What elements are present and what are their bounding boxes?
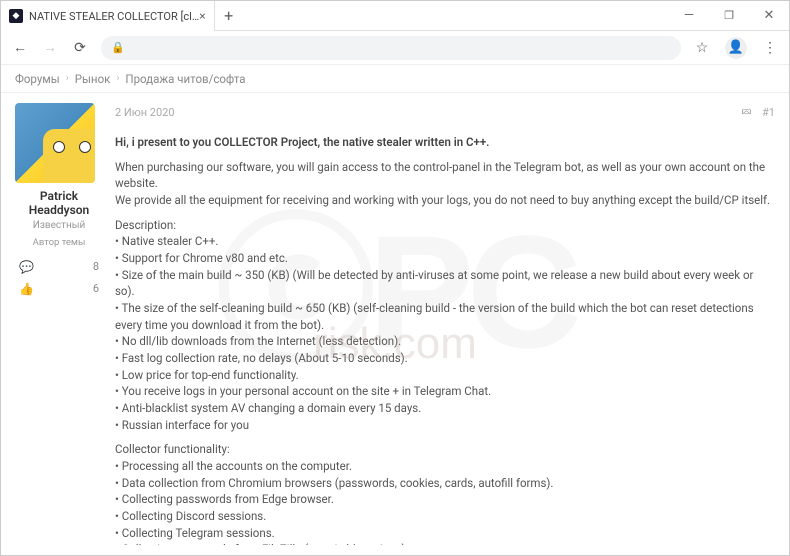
list-item: • Fast log collection rate, no delays (A…	[115, 350, 775, 367]
post-text: When purchasing our software, you will g…	[115, 159, 775, 192]
content-area: Patrick Headdyson Известный Автор темы 💬…	[1, 93, 789, 555]
author-rank: Известный	[15, 220, 103, 231]
author-likes-stat: 👍 6	[15, 278, 103, 300]
close-button[interactable]: ✕	[749, 1, 789, 30]
list-item: • The size of the self-cleaning build ~ …	[115, 300, 775, 333]
list-item: • Collecting Telegram sessions.	[115, 525, 775, 542]
author-avatar[interactable]	[15, 103, 95, 183]
post-date: 2 Июн 2020	[115, 105, 175, 122]
post-text: We provide all the equipment for receivi…	[115, 192, 775, 209]
chevron-right-icon: ›	[66, 73, 69, 84]
thumbs-up-icon: 👍	[19, 282, 34, 296]
chevron-right-icon: ›	[116, 73, 119, 84]
stat-value: 6	[93, 282, 99, 295]
list-item: • Collecting Discord sessions.	[115, 508, 775, 525]
list-item: • Low price for top-end functionality.	[115, 367, 775, 384]
minimize-button[interactable]: —	[669, 1, 709, 30]
chat-icon: 💬	[19, 260, 34, 274]
list-item: • Collecting passwords from FileZilla (n…	[115, 541, 775, 545]
breadcrumb: Форумы › Рынок › Продажа читов/софта	[1, 65, 789, 93]
list-item: • You receive logs in your personal acco…	[115, 383, 775, 400]
list-item: • Russian interface for you	[115, 417, 775, 434]
section-heading: Collector functionality:	[115, 441, 775, 458]
menu-icon[interactable]: ⋮	[761, 40, 779, 56]
titlebar: ◆ NATIVE STEALER COLLECTOR [cl… × + — ❐ …	[1, 1, 789, 31]
back-icon[interactable]: ←	[11, 39, 29, 56]
address-bar[interactable]: 🔒	[101, 36, 681, 60]
list-item: • Data collection from Chromium browsers…	[115, 475, 775, 492]
reload-icon[interactable]: ⟳	[71, 40, 89, 56]
window-controls: — ❐ ✕	[669, 1, 789, 30]
tab-favicon: ◆	[9, 9, 23, 23]
breadcrumb-forums[interactable]: Форумы	[15, 72, 60, 86]
new-tab-button[interactable]: +	[215, 1, 243, 30]
browser-tab[interactable]: ◆ NATIVE STEALER COLLECTOR [cl… ×	[1, 1, 215, 31]
author-badge: Автор темы	[15, 237, 103, 248]
list-item: • Support for Chrome v80 and etc.	[115, 250, 775, 267]
star-icon[interactable]: ☆	[693, 40, 711, 56]
stat-value: 8	[93, 260, 99, 273]
section-heading: Description:	[115, 217, 775, 234]
list-item: • Processing all the accounts on the com…	[115, 458, 775, 475]
list-item: • Collecting passwords from Edge browser…	[115, 491, 775, 508]
breadcrumb-category[interactable]: Продажа читов/софта	[125, 72, 245, 86]
browser-toolbar: ← → ⟳ 🔒 ☆ 👤 ⋮	[1, 31, 789, 65]
post-number[interactable]: #1	[762, 105, 775, 122]
list-item: • Anti-blacklist system AV changing a do…	[115, 400, 775, 417]
list-item: • Native stealer C++.	[115, 233, 775, 250]
list-item: • No dll/lib downloads from the Internet…	[115, 333, 775, 350]
author-posts-stat: 💬 8	[15, 256, 103, 278]
share-icon[interactable]: ⮹	[741, 103, 752, 124]
tab-close-icon[interactable]: ×	[199, 9, 205, 23]
profile-avatar-icon[interactable]: 👤	[725, 37, 747, 59]
post-body: 2 Июн 2020 ⮹ #1 Hi, i present to you COL…	[115, 103, 775, 545]
tab-title: NATIVE STEALER COLLECTOR [cl…	[29, 10, 199, 23]
author-card: Patrick Headdyson Известный Автор темы 💬…	[15, 103, 103, 545]
breadcrumb-market[interactable]: Рынок	[75, 72, 111, 86]
author-name[interactable]: Patrick Headdyson	[15, 189, 103, 218]
restore-button[interactable]: ❐	[709, 1, 749, 30]
list-item: • Size of the main build ~ 350 (KB) (Wil…	[115, 267, 775, 300]
lock-icon: 🔒	[111, 41, 125, 54]
post-headline: Hi, i present to you COLLECTOR Project, …	[115, 135, 489, 149]
forward-icon[interactable]: →	[41, 39, 59, 56]
